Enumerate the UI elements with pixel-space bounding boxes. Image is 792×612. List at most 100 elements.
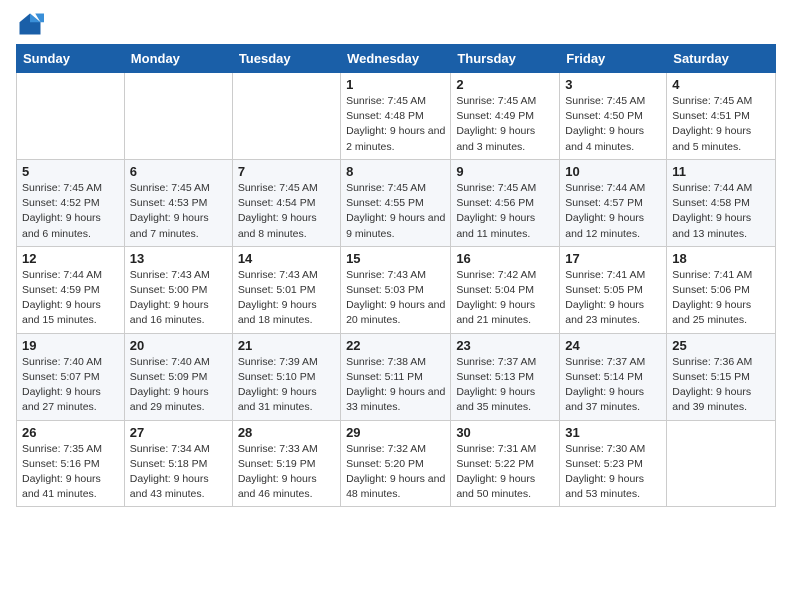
day-cell: 25 Sunrise: 7:36 AMSunset: 5:15 PMDayligh… xyxy=(667,333,776,420)
day-number: 3 xyxy=(565,77,661,92)
day-info: Sunrise: 7:45 AMSunset: 4:48 PMDaylight:… xyxy=(346,94,445,155)
day-number: 29 xyxy=(346,425,445,440)
day-info: Sunrise: 7:45 AMSunset: 4:55 PMDaylight:… xyxy=(346,181,445,242)
day-info: Sunrise: 7:43 AMSunset: 5:03 PMDaylight:… xyxy=(346,268,445,329)
calendar: SundayMondayTuesdayWednesdayThursdayFrid… xyxy=(16,44,776,507)
day-cell: 31 Sunrise: 7:30 AMSunset: 5:23 PMDayligh… xyxy=(560,420,667,507)
day-cell: 15 Sunrise: 7:43 AMSunset: 5:03 PMDayligh… xyxy=(341,246,451,333)
day-info: Sunrise: 7:33 AMSunset: 5:19 PMDaylight:… xyxy=(238,442,335,503)
day-info: Sunrise: 7:45 AMSunset: 4:56 PMDaylight:… xyxy=(456,181,554,242)
day-cell: 20 Sunrise: 7:40 AMSunset: 5:09 PMDayligh… xyxy=(124,333,232,420)
day-number: 12 xyxy=(22,251,119,266)
day-number: 15 xyxy=(346,251,445,266)
day-cell: 22Sunrise: 7:38 AMSunset: 5:11 PMDayligh… xyxy=(341,333,451,420)
day-number: 20 xyxy=(130,338,227,353)
day-number: 5 xyxy=(22,164,119,179)
day-info: Sunrise: 7:44 AMSunset: 4:57 PMDaylight:… xyxy=(565,181,661,242)
weekday-header-wednesday: Wednesday xyxy=(341,45,451,73)
logo-icon xyxy=(16,10,44,38)
header xyxy=(16,10,776,38)
day-info: Sunrise: 7:42 AMSunset: 5:04 PMDaylight:… xyxy=(456,268,554,329)
weekday-header-monday: Monday xyxy=(124,45,232,73)
day-info: Sunrise: 7:45 AMSunset: 4:54 PMDaylight:… xyxy=(238,181,335,242)
day-number: 2 xyxy=(456,77,554,92)
weekday-header-sunday: Sunday xyxy=(17,45,125,73)
day-cell: 10 Sunrise: 7:44 AMSunset: 4:57 PMDayligh… xyxy=(560,159,667,246)
day-cell: 23 Sunrise: 7:37 AMSunset: 5:13 PMDayligh… xyxy=(451,333,560,420)
day-info: Sunrise: 7:30 AMSunset: 5:23 PMDaylight:… xyxy=(565,442,661,503)
day-info: Sunrise: 7:36 AMSunset: 5:15 PMDaylight:… xyxy=(672,355,770,416)
weekday-header-row: SundayMondayTuesdayWednesdayThursdayFrid… xyxy=(17,45,776,73)
page: SundayMondayTuesdayWednesdayThursdayFrid… xyxy=(0,0,792,523)
day-info: Sunrise: 7:37 AMSunset: 5:13 PMDaylight:… xyxy=(456,355,554,416)
day-info: Sunrise: 7:45 AMSunset: 4:50 PMDaylight:… xyxy=(565,94,661,155)
day-cell: 9 Sunrise: 7:45 AMSunset: 4:56 PMDaylight… xyxy=(451,159,560,246)
day-cell: 2 Sunrise: 7:45 AMSunset: 4:49 PMDaylight… xyxy=(451,73,560,160)
day-cell: 29Sunrise: 7:32 AMSunset: 5:20 PMDayligh… xyxy=(341,420,451,507)
day-cell xyxy=(124,73,232,160)
day-info: Sunrise: 7:40 AMSunset: 5:07 PMDaylight:… xyxy=(22,355,119,416)
day-info: Sunrise: 7:31 AMSunset: 5:22 PMDaylight:… xyxy=(456,442,554,503)
day-info: Sunrise: 7:41 AMSunset: 5:06 PMDaylight:… xyxy=(672,268,770,329)
day-info: Sunrise: 7:45 AMSunset: 4:52 PMDaylight:… xyxy=(22,181,119,242)
day-number: 17 xyxy=(565,251,661,266)
day-number: 28 xyxy=(238,425,335,440)
day-number: 7 xyxy=(238,164,335,179)
day-number: 23 xyxy=(456,338,554,353)
day-number: 8 xyxy=(346,164,445,179)
weekday-header-thursday: Thursday xyxy=(451,45,560,73)
day-cell xyxy=(232,73,340,160)
day-cell: 7 Sunrise: 7:45 AMSunset: 4:54 PMDaylight… xyxy=(232,159,340,246)
day-cell: 18Sunrise: 7:41 AMSunset: 5:06 PMDayligh… xyxy=(667,246,776,333)
day-number: 9 xyxy=(456,164,554,179)
day-number: 21 xyxy=(238,338,335,353)
day-number: 11 xyxy=(672,164,770,179)
day-cell: 28 Sunrise: 7:33 AMSunset: 5:19 PMDayligh… xyxy=(232,420,340,507)
day-info: Sunrise: 7:41 AMSunset: 5:05 PMDaylight:… xyxy=(565,268,661,329)
day-number: 24 xyxy=(565,338,661,353)
day-info: Sunrise: 7:37 AMSunset: 5:14 PMDaylight:… xyxy=(565,355,661,416)
day-cell: 30Sunrise: 7:31 AMSunset: 5:22 PMDayligh… xyxy=(451,420,560,507)
day-number: 31 xyxy=(565,425,661,440)
day-number: 6 xyxy=(130,164,227,179)
day-cell: 26 Sunrise: 7:35 AMSunset: 5:16 PMDayligh… xyxy=(17,420,125,507)
day-info: Sunrise: 7:40 AMSunset: 5:09 PMDaylight:… xyxy=(130,355,227,416)
day-cell: 3 Sunrise: 7:45 AMSunset: 4:50 PMDaylight… xyxy=(560,73,667,160)
day-info: Sunrise: 7:44 AMSunset: 4:59 PMDaylight:… xyxy=(22,268,119,329)
day-info: Sunrise: 7:45 AMSunset: 4:53 PMDaylight:… xyxy=(130,181,227,242)
day-cell: 5 Sunrise: 7:45 AMSunset: 4:52 PMDaylight… xyxy=(17,159,125,246)
weekday-header-saturday: Saturday xyxy=(667,45,776,73)
day-cell: 17 Sunrise: 7:41 AMSunset: 5:05 PMDayligh… xyxy=(560,246,667,333)
week-row-3: 12 Sunrise: 7:44 AMSunset: 4:59 PMDayligh… xyxy=(17,246,776,333)
day-info: Sunrise: 7:44 AMSunset: 4:58 PMDaylight:… xyxy=(672,181,770,242)
day-cell: 4 Sunrise: 7:45 AMSunset: 4:51 PMDaylight… xyxy=(667,73,776,160)
day-number: 1 xyxy=(346,77,445,92)
day-number: 10 xyxy=(565,164,661,179)
day-cell: 27Sunrise: 7:34 AMSunset: 5:18 PMDayligh… xyxy=(124,420,232,507)
day-number: 25 xyxy=(672,338,770,353)
logo xyxy=(16,10,48,38)
week-row-4: 19 Sunrise: 7:40 AMSunset: 5:07 PMDayligh… xyxy=(17,333,776,420)
day-cell: 21Sunrise: 7:39 AMSunset: 5:10 PMDayligh… xyxy=(232,333,340,420)
week-row-2: 5 Sunrise: 7:45 AMSunset: 4:52 PMDaylight… xyxy=(17,159,776,246)
day-cell xyxy=(667,420,776,507)
day-cell: 12 Sunrise: 7:44 AMSunset: 4:59 PMDayligh… xyxy=(17,246,125,333)
day-cell: 19 Sunrise: 7:40 AMSunset: 5:07 PMDayligh… xyxy=(17,333,125,420)
day-info: Sunrise: 7:38 AMSunset: 5:11 PMDaylight:… xyxy=(346,355,445,416)
day-info: Sunrise: 7:45 AMSunset: 4:51 PMDaylight:… xyxy=(672,94,770,155)
day-cell xyxy=(17,73,125,160)
day-cell: 6 Sunrise: 7:45 AMSunset: 4:53 PMDaylight… xyxy=(124,159,232,246)
day-number: 16 xyxy=(456,251,554,266)
day-number: 19 xyxy=(22,338,119,353)
day-number: 4 xyxy=(672,77,770,92)
day-info: Sunrise: 7:43 AMSunset: 5:00 PMDaylight:… xyxy=(130,268,227,329)
day-cell: 14Sunrise: 7:43 AMSunset: 5:01 PMDayligh… xyxy=(232,246,340,333)
day-cell: 16 Sunrise: 7:42 AMSunset: 5:04 PMDayligh… xyxy=(451,246,560,333)
day-info: Sunrise: 7:35 AMSunset: 5:16 PMDaylight:… xyxy=(22,442,119,503)
day-number: 27 xyxy=(130,425,227,440)
week-row-5: 26 Sunrise: 7:35 AMSunset: 5:16 PMDayligh… xyxy=(17,420,776,507)
day-cell: 13Sunrise: 7:43 AMSunset: 5:00 PMDayligh… xyxy=(124,246,232,333)
day-info: Sunrise: 7:45 AMSunset: 4:49 PMDaylight:… xyxy=(456,94,554,155)
day-number: 26 xyxy=(22,425,119,440)
week-row-1: 1 Sunrise: 7:45 AMSunset: 4:48 PMDaylight… xyxy=(17,73,776,160)
